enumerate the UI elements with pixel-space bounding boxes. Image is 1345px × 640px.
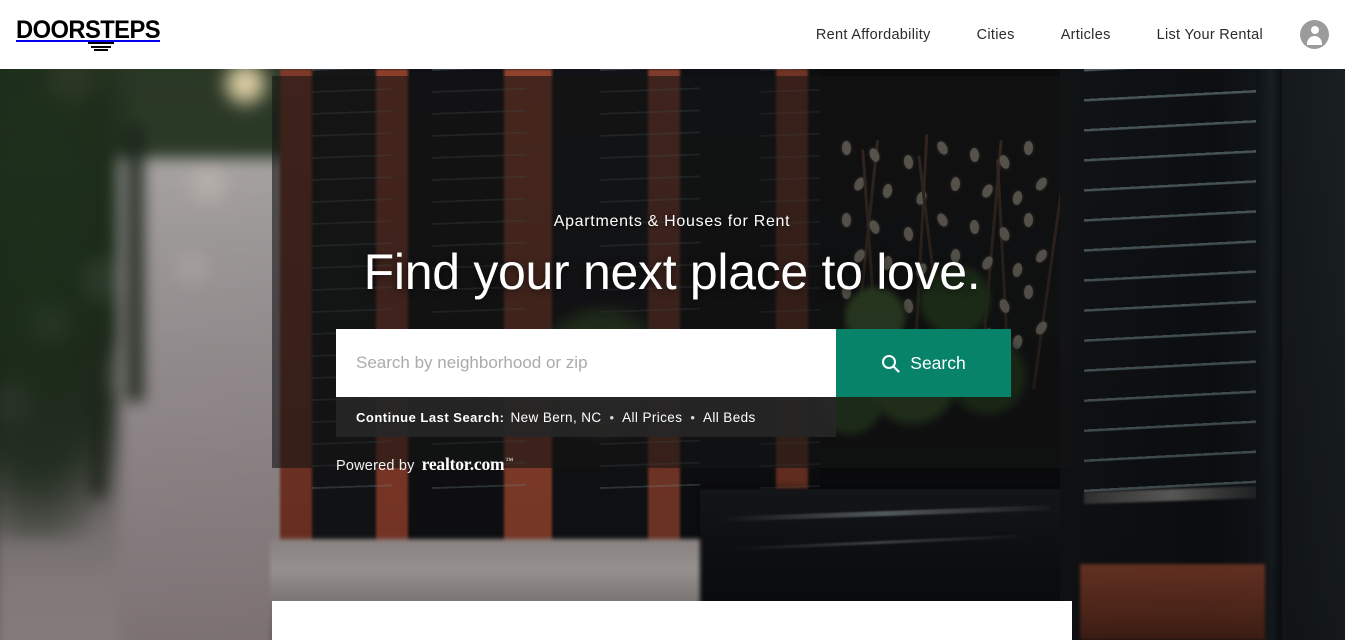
steps-mark-icon — [88, 42, 114, 53]
nav-cities[interactable]: Cities — [954, 27, 1038, 43]
search-button-label: Search — [910, 352, 966, 373]
photo-shutter-panel-right — [1060, 69, 1345, 640]
last-search-location: New Bern, NC — [510, 409, 602, 425]
photo-street-left — [0, 69, 320, 640]
search-icon — [881, 354, 900, 373]
nav-rent-affordability[interactable]: Rent Affordability — [793, 27, 954, 43]
last-search-separator-1: • — [609, 409, 615, 425]
main-nav: Rent Affordability Cities Articles List … — [793, 0, 1281, 69]
photo-shutter-frame — [1256, 69, 1282, 640]
user-avatar-icon[interactable] — [1300, 20, 1329, 49]
page-title: Find your next place to love. — [363, 244, 981, 300]
hero-eyebrow: Apartments & Houses for Rent — [553, 213, 791, 230]
hero-overlay-panel: Apartments & Houses for Rent Find your n… — [272, 76, 1072, 474]
nav-list-your-rental[interactable]: List Your Rental — [1134, 27, 1281, 43]
realtor-brand: realtor.com — [421, 454, 505, 474]
search-button[interactable]: Search — [836, 329, 1011, 397]
avatar-body — [1307, 36, 1322, 45]
last-search-separator-2: • — [690, 409, 695, 425]
nav-articles[interactable]: Articles — [1038, 27, 1134, 43]
site-header: DOORSTEPS Rent Affordability Cities Arti… — [0, 0, 1345, 69]
next-section-card — [272, 601, 1072, 640]
search-input[interactable] — [336, 329, 836, 397]
powered-by-prefix: Powered by — [336, 458, 415, 474]
page-root: Apartments & Houses for Rent Find your n… — [0, 0, 1345, 640]
last-search-beds: All Beds — [702, 409, 756, 425]
last-search-label: Continue Last Search: — [356, 409, 505, 425]
trademark-mark: ™ — [505, 456, 514, 465]
avatar-head — [1310, 26, 1319, 34]
site-logo-text: DOORSTEPS — [16, 16, 161, 44]
search-bar: Search — [336, 329, 1011, 397]
photo-shutter-slats — [1084, 69, 1256, 509]
continue-last-search[interactable]: Continue Last Search: New Bern, NC • All… — [336, 397, 836, 437]
photo-brick-lower — [1080, 564, 1265, 640]
site-logo[interactable]: DOORSTEPS — [16, 16, 168, 51]
photo-post-secondary — [91, 338, 106, 498]
last-search-price: All Prices — [622, 409, 683, 425]
photo-lamp-post — [126, 126, 144, 402]
powered-by: Powered by realtor.com ™ — [336, 454, 514, 475]
